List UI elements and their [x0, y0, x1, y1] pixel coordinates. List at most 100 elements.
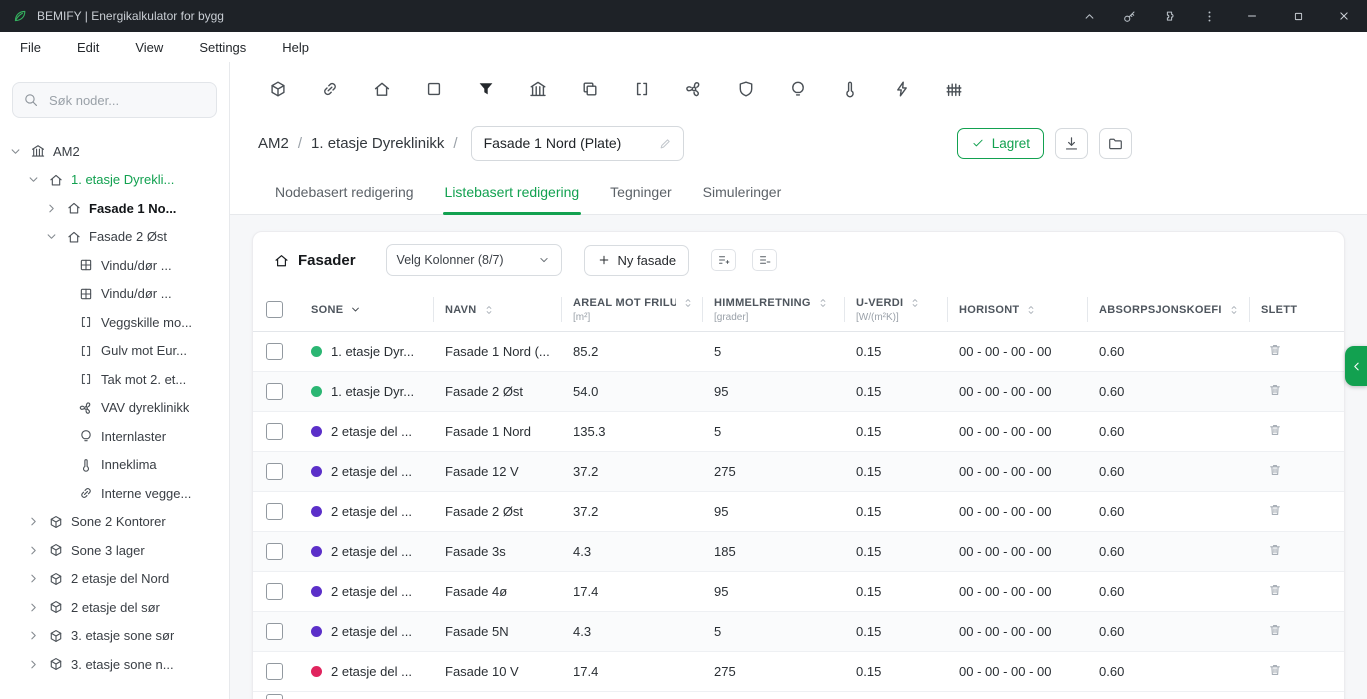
minimize-button[interactable]	[1229, 0, 1275, 32]
row-checkbox[interactable]	[266, 543, 283, 560]
folder-button[interactable]	[1099, 128, 1132, 159]
menu-help[interactable]: Help	[282, 40, 309, 55]
tree-item-inneklima[interactable]: Inneklima	[0, 451, 229, 480]
cell-horisont: 00 - 00 - 00 - 00	[947, 544, 1087, 559]
menu-edit[interactable]: Edit	[77, 40, 99, 55]
fence-icon	[944, 79, 964, 99]
expand-all-button[interactable]	[711, 249, 736, 271]
tab-nodebasert-redigering[interactable]: Nodebasert redigering	[273, 170, 416, 214]
delete-row-button[interactable]	[1267, 462, 1283, 478]
delete-row-button[interactable]	[1267, 422, 1283, 438]
delete-row-button[interactable]	[1267, 542, 1283, 558]
fence-tool-button[interactable]	[944, 79, 964, 99]
delete-row-button[interactable]	[1267, 662, 1283, 678]
delete-row-button[interactable]	[1267, 382, 1283, 398]
tree-item-fasade-2-øst[interactable]: Fasade 2 Øst	[0, 223, 229, 252]
tree-item-vav-dyreklinikk[interactable]: VAV dyreklinikk	[0, 394, 229, 423]
fan-tool-button[interactable]	[684, 79, 704, 99]
thermo-tool-button[interactable]	[840, 79, 860, 99]
tree-item-vindu-dør[interactable]: Vindu/dør ...	[0, 280, 229, 309]
row-checkbox[interactable]	[266, 503, 283, 520]
current-node-name-field[interactable]: Fasade 1 Nord (Plate)	[471, 126, 684, 161]
col-header-u-verdi[interactable]: U-VERDI[W/(m²K)]	[844, 288, 947, 331]
search-input[interactable]	[47, 92, 206, 109]
brackets-tool-button[interactable]	[632, 79, 652, 99]
row-checkbox[interactable]	[266, 583, 283, 600]
tree-item-tak-mot-2-et[interactable]: Tak mot 2. et...	[0, 365, 229, 394]
tree-item-sone-2-kontorer[interactable]: Sone 2 Kontorer	[0, 508, 229, 537]
square-tool-button[interactable]	[424, 79, 444, 99]
tree-item-vindu-dør[interactable]: Vindu/dør ...	[0, 251, 229, 280]
columns-select[interactable]: Velg Kolonner (8/7)	[386, 244, 562, 276]
tab-simuleringer[interactable]: Simuleringer	[701, 170, 784, 214]
col-header-areal-mot-friluf[interactable]: AREAL MOT FRILUF[m²]	[561, 288, 702, 331]
new-fasade-button[interactable]: Ny fasade	[584, 245, 690, 276]
node-search-box[interactable]	[12, 82, 217, 118]
titlebar-chevron-up-button[interactable]	[1069, 0, 1109, 32]
more-options-button[interactable]	[1189, 0, 1229, 32]
bulb-tool-button[interactable]	[788, 79, 808, 99]
col-header-absorpsjonskoefi[interactable]: ABSORPSJONSKOEFI	[1087, 288, 1249, 331]
delete-row-button[interactable]	[1267, 582, 1283, 598]
main-area: AM2 / 1. etasje Dyreklinikk / Fasade 1 N…	[230, 62, 1367, 699]
delete-row-button[interactable]	[1267, 342, 1283, 358]
link-tool-button[interactable]	[320, 79, 340, 99]
maximize-button[interactable]	[1275, 0, 1321, 32]
key-button[interactable]	[1109, 0, 1149, 32]
col-header-sone[interactable]: SONE	[299, 288, 433, 331]
side-panel-toggle[interactable]	[1345, 346, 1367, 386]
menu-view[interactable]: View	[135, 40, 163, 55]
app-leaf-icon	[12, 8, 28, 24]
tree-item-2-etasje-del-sør[interactable]: 2 etasje del sør	[0, 593, 229, 622]
row-checkbox[interactable]	[266, 463, 283, 480]
table-row-partial	[253, 692, 1344, 699]
link-icon	[320, 79, 340, 99]
col-header-slett[interactable]: SLETT	[1249, 288, 1344, 331]
tree-item-2-etasje-del-nord[interactable]: 2 etasje del Nord	[0, 565, 229, 594]
collapse-all-button[interactable]	[752, 249, 777, 271]
delete-row-button[interactable]	[1267, 622, 1283, 638]
menu-settings[interactable]: Settings	[199, 40, 246, 55]
row-checkbox[interactable]	[266, 343, 283, 360]
tree-item-am2[interactable]: AM2	[0, 137, 229, 166]
col-header-navn[interactable]: NAVN	[433, 288, 561, 331]
lightning-tool-button[interactable]	[892, 79, 912, 99]
table-row: 2 etasje del ...Fasade 2 Øst37.2950.1500…	[253, 492, 1344, 532]
tree-item-sone-3-lager[interactable]: Sone 3 lager	[0, 536, 229, 565]
tree-item-3-etasje-sone-n[interactable]: 3. etasje sone n...	[0, 650, 229, 679]
tree-item-1-etasje-dyrekli[interactable]: 1. etasje Dyrekli...	[0, 166, 229, 195]
breadcrumb-item[interactable]: AM2	[258, 135, 289, 152]
breadcrumb-item[interactable]: 1. etasje Dyreklinikk	[311, 135, 444, 152]
package-tool-button[interactable]	[268, 79, 288, 99]
select-all-checkbox[interactable]	[266, 301, 283, 318]
funnel-tool-button[interactable]	[476, 79, 496, 99]
building-tool-button[interactable]	[528, 79, 548, 99]
tree-item-internlaster[interactable]: Internlaster	[0, 422, 229, 451]
zone-color-dot	[311, 626, 322, 637]
row-checkbox[interactable]	[266, 694, 283, 699]
tree-item-fasade-1-no[interactable]: Fasade 1 No...	[0, 194, 229, 223]
download-button[interactable]	[1055, 128, 1088, 159]
row-checkbox[interactable]	[266, 623, 283, 640]
tree-item-label: 1. etasje Dyrekli...	[71, 172, 174, 187]
saved-button[interactable]: Lagret	[957, 128, 1044, 159]
delete-row-button[interactable]	[1267, 502, 1283, 518]
cell-areal-mot-friluft: 37.2	[561, 504, 702, 519]
tab-listebasert-redigering[interactable]: Listebasert redigering	[443, 170, 582, 214]
extensions-puzzle-button[interactable]	[1149, 0, 1189, 32]
tree-item-interne-vegge[interactable]: Interne vegge...	[0, 479, 229, 508]
close-button[interactable]	[1321, 0, 1367, 32]
row-checkbox[interactable]	[266, 663, 283, 680]
tree-item-3-etasje-sone-sør[interactable]: 3. etasje sone sør	[0, 622, 229, 651]
row-checkbox[interactable]	[266, 423, 283, 440]
tab-tegninger[interactable]: Tegninger	[608, 170, 674, 214]
copy-tool-button[interactable]	[580, 79, 600, 99]
tree-item-gulv-mot-eur[interactable]: Gulv mot Eur...	[0, 337, 229, 366]
menu-file[interactable]: File	[20, 40, 41, 55]
tree-item-veggskille-mo[interactable]: Veggskille mo...	[0, 308, 229, 337]
row-checkbox[interactable]	[266, 383, 283, 400]
col-header-horisont[interactable]: HORISONT	[947, 288, 1087, 331]
shield-tool-button[interactable]	[736, 79, 756, 99]
home-tool-button[interactable]	[372, 79, 392, 99]
col-header-himmelretning[interactable]: HIMMELRETNING[grader]	[702, 288, 844, 331]
